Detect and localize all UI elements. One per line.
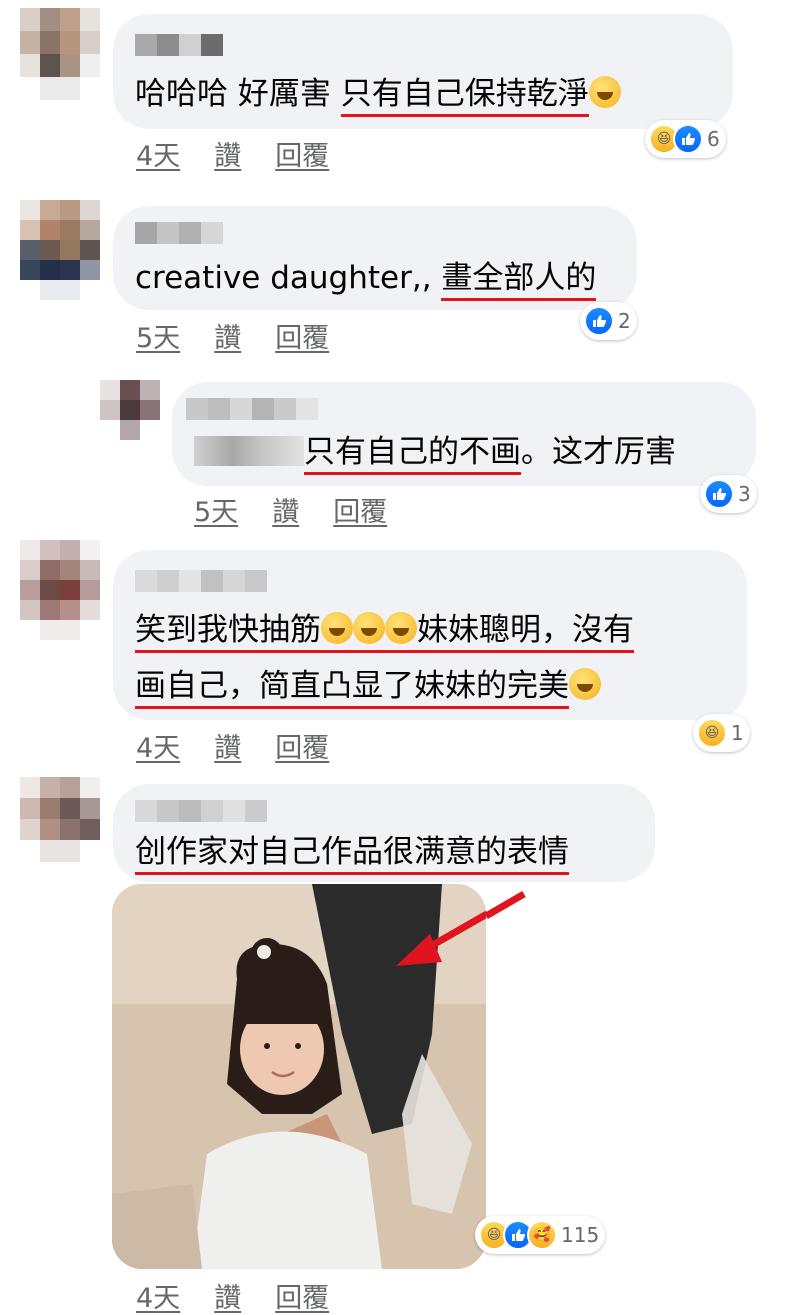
thumbs-up-icon — [704, 479, 734, 509]
comment-text-line-1: 笑到我快抽筋 妹妹聰明，沒有 — [135, 610, 634, 653]
comment-actions: 5天 讚 回覆 — [194, 490, 421, 529]
comment-bubble: creative daughter,, 畫全部人的 — [113, 206, 637, 310]
avatar[interactable] — [20, 8, 100, 100]
thumbs-up-icon — [673, 124, 703, 154]
comment-text-line-2: 画自己，简直凸显了妹妹的完美 — [135, 666, 601, 709]
comment-bubble: 创作家对自己作品很满意的表情 — [113, 784, 655, 882]
grinning-face-emoji — [588, 76, 621, 108]
hand-over-mouth-face-emoji — [569, 668, 601, 700]
reply-button[interactable]: 回覆 — [333, 497, 387, 528]
reply-bubble: 只有自己的不画。这才厉害 — [172, 382, 756, 486]
reaction-summary[interactable]: 😆 6 — [645, 120, 726, 158]
avatar[interactable] — [20, 200, 100, 300]
avatar[interactable] — [20, 540, 100, 640]
comment-text: creative daughter,, 畫全部人的 — [135, 258, 597, 301]
comment-actions: 4天 讚 回覆 — [136, 726, 363, 765]
author-name-blurred[interactable] — [135, 570, 267, 592]
author-name-blurred[interactable] — [186, 398, 318, 420]
timestamp-link[interactable]: 4天 — [136, 141, 180, 172]
comment-bubble: 笑到我快抽筋 妹妹聰明，沒有 画自己，简直凸显了妹妹的完美 — [113, 550, 747, 720]
timestamp-link[interactable]: 4天 — [136, 1283, 180, 1314]
comment-actions: 5天 讚 回覆 — [136, 316, 363, 355]
like-button[interactable]: 讚 — [214, 1283, 241, 1314]
like-button[interactable]: 讚 — [214, 141, 241, 172]
reaction-summary[interactable]: 3 — [700, 475, 757, 513]
joy-face-emoji — [353, 612, 385, 644]
highlighted-text: 只有自己保持乾淨 — [340, 76, 589, 117]
red-arrow-icon — [396, 910, 486, 966]
avatar[interactable] — [100, 380, 160, 440]
timestamp-link[interactable]: 4天 — [136, 733, 180, 764]
like-button[interactable]: 讚 — [272, 497, 299, 528]
comment-actions: 4天 讚 回覆 — [136, 134, 363, 173]
attached-photo[interactable] — [112, 884, 486, 1269]
timestamp-link[interactable]: 5天 — [136, 323, 180, 354]
care-face-icon: 🥰 — [527, 1220, 557, 1250]
highlighted-text: 只有自己的不画 — [304, 434, 521, 475]
reaction-count: 3 — [738, 482, 751, 506]
highlighted-text: 笑到我快抽筋 妹妹聰明，沒有 — [135, 612, 634, 653]
comment-text: 创作家对自己作品很满意的表情 — [135, 832, 569, 875]
comment-text: 哈哈哈 好厲害 只有自己保持乾淨 — [135, 74, 621, 117]
author-name-blurred[interactable] — [135, 222, 223, 244]
author-name-blurred[interactable] — [135, 34, 223, 56]
reaction-count: 115 — [561, 1223, 600, 1247]
reaction-count: 6 — [707, 127, 720, 151]
red-arrow-tail — [486, 890, 526, 920]
reply-button[interactable]: 回覆 — [275, 323, 329, 354]
reply-button[interactable]: 回覆 — [275, 1283, 329, 1314]
reaction-summary[interactable]: 😆 🥰 115 — [475, 1216, 606, 1254]
thumbs-up-icon — [584, 306, 614, 336]
author-name-blurred[interactable] — [135, 800, 267, 822]
highlighted-text: 畫全部人的 — [441, 260, 597, 301]
reply-button[interactable]: 回覆 — [275, 141, 329, 172]
laughing-face-icon: 😆 — [697, 718, 727, 748]
joy-face-emoji — [321, 612, 353, 644]
like-button[interactable]: 讚 — [214, 323, 241, 354]
comment-text: 只有自己的不画。这才厉害 — [194, 432, 676, 475]
highlighted-text: 画自己，简直凸显了妹妹的完美 — [135, 668, 569, 709]
mention-blurred[interactable] — [194, 436, 304, 466]
joy-face-emoji — [385, 612, 417, 644]
like-button[interactable]: 讚 — [214, 733, 241, 764]
comment-actions: 4天 讚 回覆 — [136, 1276, 363, 1315]
comment-bubble: 哈哈哈 好厲害 只有自己保持乾淨 — [113, 14, 733, 129]
reaction-count: 2 — [618, 309, 631, 333]
avatar[interactable] — [20, 777, 100, 862]
highlighted-text: 创作家对自己作品很满意的表情 — [135, 834, 569, 875]
timestamp-link[interactable]: 5天 — [194, 497, 238, 528]
reaction-summary[interactable]: 2 — [580, 302, 637, 340]
reaction-count: 1 — [731, 721, 744, 745]
reply-button[interactable]: 回覆 — [275, 733, 329, 764]
reaction-summary[interactable]: 😆 1 — [693, 714, 750, 752]
